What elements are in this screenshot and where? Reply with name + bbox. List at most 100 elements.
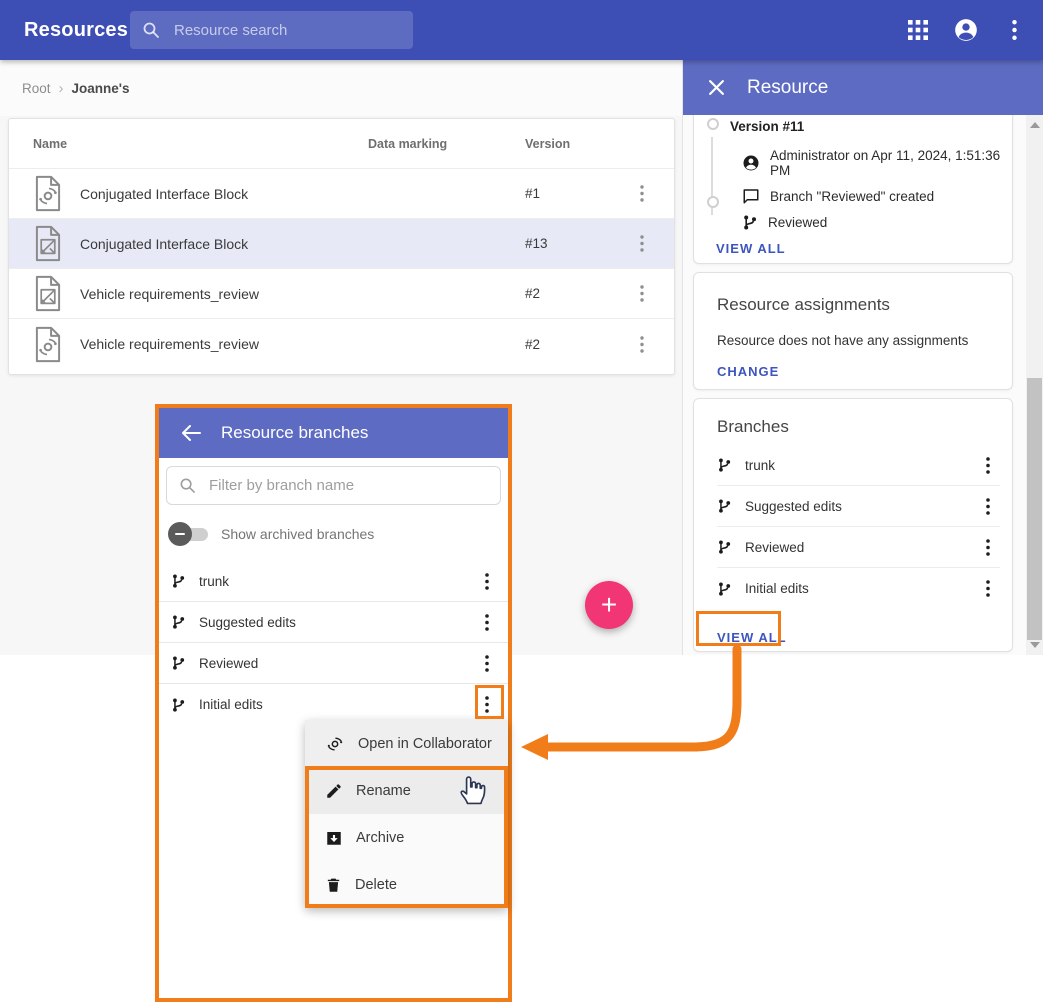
table-row[interactable]: Vehicle requirements_review #2 — [9, 269, 674, 319]
branch-name: Suggested edits — [745, 499, 976, 514]
branch-kebab-menu-icon[interactable] — [475, 647, 499, 679]
version-cell: #2 — [525, 286, 610, 301]
back-arrow-icon[interactable] — [181, 425, 201, 441]
branch-kebab-menu-icon[interactable] — [976, 531, 1000, 563]
branch-row[interactable]: Reviewed — [159, 643, 508, 684]
timeline-dot — [707, 196, 719, 208]
apps-grid-icon[interactable] — [905, 17, 931, 43]
view-all-versions-link[interactable]: VIEW ALL — [716, 241, 1012, 256]
branch-row[interactable]: trunk — [159, 561, 508, 602]
branch-icon — [717, 581, 732, 597]
table-row[interactable]: Vehicle requirements_review #2 — [9, 319, 674, 369]
branch-kebab-menu-icon[interactable] — [475, 689, 499, 721]
column-header-name: Name — [9, 137, 368, 151]
branch-name: Suggested edits — [199, 615, 475, 630]
panel-scrollbar[interactable] — [1026, 115, 1043, 655]
branch-row[interactable]: Suggested edits — [159, 602, 508, 643]
branch-row[interactable]: trunk — [717, 445, 1000, 486]
menu-item-open-in-collaborator[interactable]: Open in Collaborator — [305, 720, 508, 767]
branch-filter-input[interactable] — [207, 476, 461, 495]
search-input[interactable] — [172, 21, 376, 40]
dialog-header: Resource branches — [159, 408, 508, 458]
collaborator-icon — [325, 734, 345, 754]
menu-item-label: Rename — [356, 783, 411, 799]
branch-row[interactable]: Initial edits — [159, 684, 508, 725]
panel-title: Resource — [747, 77, 828, 99]
version-title: Version #11 — [730, 119, 1012, 134]
resource-name: Vehicle requirements_review — [80, 336, 259, 352]
page-title: Resources — [24, 19, 128, 42]
version-entry-text: Administrator on Apr 11, 2024, 1:51:36 P… — [770, 148, 1012, 178]
column-header-data-marking: Data marking — [368, 137, 525, 151]
add-resource-fab[interactable]: + — [585, 581, 633, 629]
version-cell: #13 — [525, 236, 610, 251]
branch-icon — [742, 214, 758, 231]
menu-item-delete[interactable]: Delete — [305, 861, 508, 908]
trash-icon — [325, 876, 342, 894]
menu-item-label: Delete — [355, 877, 397, 893]
change-assignments-link[interactable]: CHANGE — [717, 364, 1012, 379]
branch-context-menu: Open in Collaborator Rename Archive Dele… — [305, 720, 508, 908]
document-diagram-icon — [33, 275, 63, 312]
menu-item-archive[interactable]: Archive — [305, 814, 508, 861]
version-cell: #1 — [525, 186, 610, 201]
breadcrumb-root-link[interactable]: Root — [22, 81, 51, 96]
row-kebab-menu-icon[interactable] — [630, 178, 654, 210]
dialog-branch-list: trunk Suggested edits Reviewed Initial e… — [159, 561, 508, 725]
branch-row[interactable]: Reviewed — [717, 527, 1000, 568]
resource-table: Name Data marking Version — [8, 118, 675, 375]
row-kebab-menu-icon[interactable] — [630, 228, 654, 260]
table-header-row: Name Data marking Version — [9, 119, 674, 169]
branch-name: trunk — [745, 458, 976, 473]
branch-kebab-menu-icon[interactable] — [976, 490, 1000, 522]
branch-row[interactable]: Initial edits — [717, 568, 1000, 609]
branch-row[interactable]: Suggested edits — [717, 486, 1000, 527]
version-cell: #2 — [525, 337, 610, 352]
branch-icon — [171, 614, 186, 630]
menu-item-rename[interactable]: Rename — [305, 767, 508, 814]
branch-icon — [717, 457, 732, 473]
branch-kebab-menu-icon[interactable] — [475, 565, 499, 597]
plus-icon: + — [601, 589, 617, 621]
header-actions — [905, 0, 1027, 60]
version-entry-text: Branch "Reviewed" created — [770, 189, 934, 204]
assignments-title: Resource assignments — [717, 295, 1012, 315]
global-search[interactable] — [130, 11, 413, 49]
column-header-version: Version — [525, 137, 610, 151]
archive-icon — [325, 829, 343, 847]
account-icon[interactable] — [953, 17, 979, 43]
assignments-empty-text: Resource does not have any assignments — [717, 333, 1012, 348]
table-row-selected[interactable]: Conjugated Interface Block #13 — [9, 219, 674, 269]
row-kebab-menu-icon[interactable] — [630, 328, 654, 360]
branch-icon — [717, 539, 732, 555]
show-archived-toggle[interactable] — [168, 522, 208, 546]
person-icon — [742, 154, 760, 172]
resource-name: Vehicle requirements_review — [80, 286, 259, 302]
document-orbit-icon — [33, 175, 63, 212]
branch-icon — [717, 498, 732, 514]
chevron-right-icon: › — [59, 80, 64, 97]
branch-kebab-menu-icon[interactable] — [475, 606, 499, 638]
version-history-card: Version #11 Administrator on Apr 11, 202… — [693, 108, 1013, 264]
timeline-dot — [707, 118, 719, 130]
breadcrumb-current: Joanne's — [72, 81, 130, 96]
branch-kebab-menu-icon[interactable] — [976, 573, 1000, 605]
close-icon[interactable] — [708, 79, 725, 96]
scroll-up-icon[interactable] — [1026, 117, 1043, 133]
panel-header: Resource — [683, 60, 1043, 115]
view-all-branches-link[interactable]: VIEW ALL — [717, 630, 1012, 645]
pencil-icon — [325, 782, 343, 800]
branch-filter-field[interactable] — [166, 466, 501, 505]
branch-kebab-menu-icon[interactable] — [976, 449, 1000, 481]
scroll-down-icon[interactable] — [1026, 637, 1043, 653]
table-row[interactable]: Conjugated Interface Block #1 — [9, 169, 674, 219]
version-entry-text: Reviewed — [768, 215, 827, 230]
branches-title: Branches — [717, 417, 1012, 437]
app-header: Resources — [0, 0, 1043, 60]
row-kebab-menu-icon[interactable] — [630, 278, 654, 310]
branch-icon — [171, 573, 186, 589]
overflow-menu-icon[interactable] — [1001, 17, 1027, 43]
toggle-label: Show archived branches — [221, 526, 374, 542]
branch-name: Initial edits — [199, 697, 475, 712]
scrollbar-thumb[interactable] — [1027, 378, 1042, 640]
